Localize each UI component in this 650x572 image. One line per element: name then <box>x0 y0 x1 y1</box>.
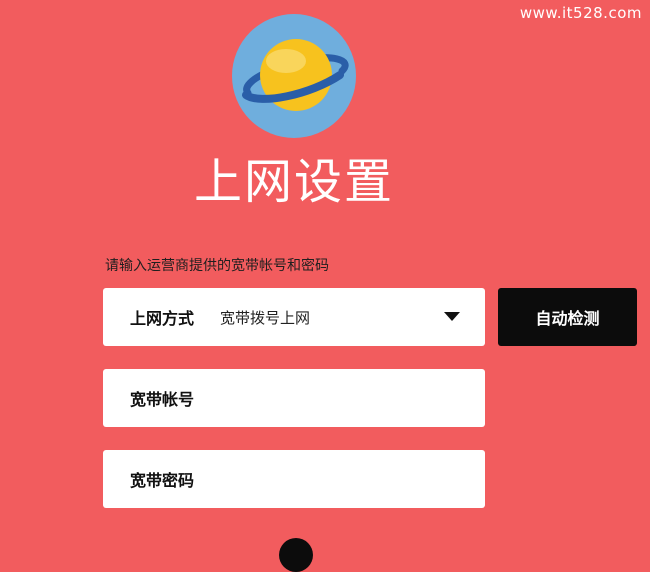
instruction-text: 请输入运营商提供的宽带帐号和密码 <box>105 258 329 274</box>
connection-type-value: 宽带拨号上网 <box>220 308 311 327</box>
account-field[interactable]: 宽带帐号 <box>103 368 485 428</box>
watermark: www.it528.com <box>519 4 642 22</box>
connection-type-select[interactable]: 上网方式 宽带拨号上网 <box>103 288 485 346</box>
caret-down-icon[interactable] <box>444 312 460 321</box>
account-label: 宽带帐号 <box>130 390 195 409</box>
page-title: 上网设置 <box>193 154 394 210</box>
connection-type-label: 上网方式 <box>130 309 195 328</box>
planet-icon <box>232 14 356 138</box>
password-field[interactable]: 宽带密码 <box>103 449 485 509</box>
auto-detect-button[interactable]: 自动检测 <box>498 288 637 346</box>
next-button[interactable] <box>279 538 313 572</box>
password-label: 宽带密码 <box>130 471 195 490</box>
password-input[interactable] <box>204 449 485 509</box>
account-input[interactable] <box>204 368 485 428</box>
